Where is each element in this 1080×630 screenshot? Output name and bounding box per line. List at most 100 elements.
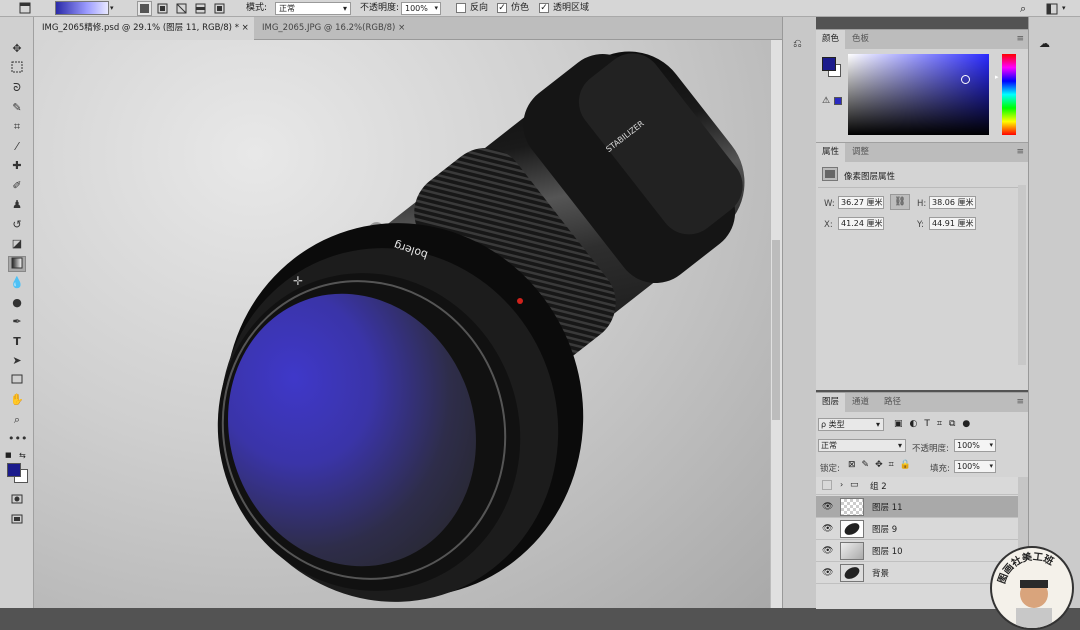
- reverse-checkbox[interactable]: [456, 3, 466, 13]
- foreground-swatch[interactable]: [822, 57, 836, 71]
- libraries-icon[interactable]: ☁: [1039, 37, 1050, 50]
- angle-gradient-button[interactable]: [174, 1, 189, 16]
- y-field[interactable]: 44.91 厘米: [929, 217, 976, 230]
- zoom-tool-icon[interactable]: ⌕: [8, 412, 26, 428]
- eraser-tool-icon[interactable]: ◪: [8, 236, 26, 252]
- gradient-dropdown-arrow-icon[interactable]: ▾: [110, 0, 114, 17]
- search-icon[interactable]: ⌕: [1020, 0, 1026, 17]
- opacity-input[interactable]: 100% ▾: [401, 2, 441, 15]
- layer-row-selected[interactable]: 👁 图层 11: [816, 496, 1018, 518]
- gamut-swatch[interactable]: [834, 97, 842, 105]
- blend-mode-select[interactable]: 正常 ▾: [818, 439, 906, 452]
- width-field[interactable]: 36.27 厘米: [838, 196, 884, 209]
- marquee-tool-icon[interactable]: [8, 61, 26, 77]
- hue-slider[interactable]: [1002, 54, 1016, 135]
- document-tabs: IMG_2065精修.psd @ 29.1% (图层 11, RGB/8) * …: [34, 17, 782, 40]
- tab-layers[interactable]: 图层: [816, 393, 846, 412]
- radial-gradient-button[interactable]: [155, 1, 170, 16]
- tab-document-2[interactable]: IMG_2065.JPG @ 16.2%(RGB/8) ×: [254, 17, 410, 40]
- tab-color[interactable]: 颜色: [816, 30, 846, 49]
- layer-name: 背景: [872, 569, 890, 579]
- watermark-badge: 图画社美工班: [990, 546, 1074, 630]
- visibility-toggle[interactable]: [822, 480, 832, 490]
- path-selection-tool-icon[interactable]: ➤: [8, 353, 26, 369]
- default-colors-icon[interactable]: ■: [5, 451, 12, 459]
- svg-text:图画社美工班: 图画社美工班: [996, 550, 1056, 586]
- linear-gradient-button[interactable]: [137, 1, 152, 16]
- foreground-color-swatch[interactable]: [7, 463, 21, 477]
- layer-filter-icons[interactable]: ▣◐T⌗⧉●: [894, 419, 977, 429]
- layer-opacity-input[interactable]: 100% ▾: [954, 439, 996, 452]
- clone-stamp-tool-icon[interactable]: ♟: [8, 197, 26, 213]
- reverse-label: 反向: [470, 3, 489, 13]
- blur-tool-icon[interactable]: 💧: [8, 275, 26, 291]
- eye-icon[interactable]: 👁: [822, 546, 833, 556]
- quick-mask-icon[interactable]: [8, 493, 26, 509]
- dodge-tool-icon[interactable]: ●: [8, 295, 26, 311]
- dither-checkbox[interactable]: ✓: [497, 3, 507, 13]
- transparency-checkbox[interactable]: ✓: [539, 3, 549, 13]
- chevron-right-icon[interactable]: ›: [840, 480, 843, 489]
- x-label: X:: [824, 220, 833, 230]
- tab-channels[interactable]: 通道: [846, 393, 875, 412]
- eyedropper-tool-icon[interactable]: ⁄: [8, 139, 26, 155]
- history-panel-icon[interactable]: ⎌: [793, 37, 802, 51]
- quick-selection-tool-icon[interactable]: ✎: [8, 100, 26, 116]
- layer-row[interactable]: 👁 背景: [816, 562, 1018, 584]
- filter-adjustment-icon: ◐: [909, 419, 925, 429]
- panel-menu-icon[interactable]: ≡: [1016, 34, 1024, 44]
- scrollbar-thumb[interactable]: [772, 240, 780, 420]
- more-tools-icon[interactable]: •••: [8, 431, 27, 447]
- layer-row[interactable]: 👁 图层 9: [816, 518, 1018, 540]
- screen-mode-icon[interactable]: [8, 513, 26, 529]
- mode-select[interactable]: 正常 ▾: [275, 2, 351, 15]
- color-field[interactable]: [848, 54, 989, 135]
- tab-properties[interactable]: 属性: [816, 143, 846, 162]
- opacity-label: 不透明度:: [360, 3, 400, 13]
- tab-swatches[interactable]: 色板: [846, 30, 875, 49]
- diamond-gradient-button[interactable]: [212, 1, 227, 16]
- close-icon[interactable]: ×: [398, 23, 405, 33]
- close-icon[interactable]: ×: [242, 23, 249, 33]
- swap-colors-icon[interactable]: ⇆: [19, 451, 26, 460]
- tools-panel: ✥ ᘐ ✎ ⌗ ⁄ ✚ ✐ ♟ ↺ ◪ 💧 ● ✒ T ➤ ✋ ⌕ ••• ■ …: [0, 17, 34, 608]
- divider: [818, 187, 1018, 188]
- layer-row-group[interactable]: › ▭ 组 2: [816, 477, 1018, 495]
- workspace-dropdown-icon[interactable]: ▾: [1062, 0, 1066, 17]
- rectangle-tool-icon[interactable]: [8, 373, 26, 389]
- healing-brush-tool-icon[interactable]: ✚: [8, 158, 26, 174]
- tab-document-1[interactable]: IMG_2065精修.psd @ 29.1% (图层 11, RGB/8) * …: [34, 17, 254, 40]
- layer-row[interactable]: 👁 图层 10: [816, 540, 1018, 562]
- tab-adjustments[interactable]: 调整: [846, 143, 875, 162]
- reflected-gradient-button[interactable]: [193, 1, 208, 16]
- panel-menu-icon[interactable]: ≡: [1016, 147, 1024, 157]
- eye-icon[interactable]: 👁: [822, 502, 833, 512]
- lock-icons[interactable]: ⊠✎✥⌗🔒: [848, 460, 917, 470]
- tab-paths[interactable]: 路径: [878, 393, 907, 412]
- lasso-tool-icon[interactable]: ᘐ: [8, 80, 26, 96]
- x-field[interactable]: 41.24 厘米: [838, 217, 884, 230]
- eye-icon[interactable]: 👁: [822, 524, 833, 534]
- history-brush-tool-icon[interactable]: ↺: [8, 217, 26, 233]
- type-tool-icon[interactable]: T: [8, 334, 26, 350]
- workspace-icon[interactable]: [1046, 0, 1058, 17]
- fill-input[interactable]: 100% ▾: [954, 460, 996, 473]
- height-field[interactable]: 38.06 厘米: [929, 196, 976, 209]
- dither-label: 仿色: [511, 3, 530, 13]
- folder-icon: ▭: [850, 480, 859, 490]
- eye-icon[interactable]: 👁: [822, 568, 833, 578]
- panel-menu-icon[interactable]: ≡: [1016, 397, 1024, 407]
- hand-tool-icon[interactable]: ✋: [8, 392, 26, 408]
- gradient-picker[interactable]: [55, 1, 109, 15]
- tab-label: IMG_2065精修.psd @ 29.1% (图层 11, RGB/8) *: [42, 23, 239, 33]
- properties-scrollbar[interactable]: [1018, 185, 1026, 365]
- link-icon[interactable]: ⛓: [890, 194, 910, 210]
- brush-tool-icon[interactable]: ✐: [8, 178, 26, 194]
- document-canvas[interactable]: bolerg STABILIZER ✛: [34, 40, 770, 608]
- layer-filter-select[interactable]: ρ 类型 ▾: [818, 418, 884, 431]
- pen-tool-icon[interactable]: ✒: [8, 314, 26, 330]
- crop-tool-icon[interactable]: ⌗: [8, 119, 26, 135]
- move-tool-icon[interactable]: ✥: [8, 41, 26, 57]
- tool-preset-icon[interactable]: [18, 1, 32, 16]
- gradient-tool-icon[interactable]: [8, 256, 26, 272]
